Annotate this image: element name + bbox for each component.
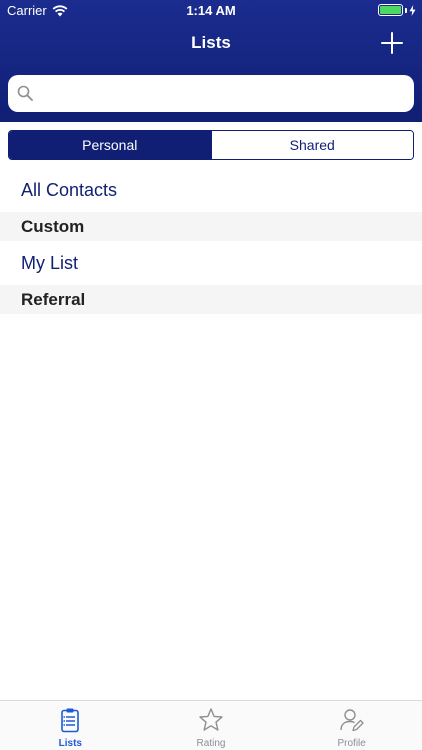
search-input[interactable] (42, 75, 402, 112)
list-scope-segmented-control: Personal Shared (8, 130, 414, 160)
list-item-all-contacts[interactable]: All Contacts (0, 168, 422, 212)
page-title: Lists (191, 33, 231, 52)
tab-profile[interactable]: Profile (281, 701, 422, 750)
tab-rating-label: Rating (196, 738, 226, 749)
header: Carrier 1:14 AM Lists (0, 0, 422, 122)
section-header-referral: Referral (0, 285, 422, 314)
user-edit-icon (339, 709, 364, 732)
charging-bolt-icon (409, 4, 416, 16)
lists-table: All Contacts Custom My List Referral (0, 168, 422, 314)
section-header-custom: Custom (0, 212, 422, 241)
battery-indicator (378, 4, 416, 16)
clipboard-list-icon (61, 708, 80, 733)
battery-cap (405, 7, 407, 13)
star-icon (199, 708, 223, 731)
status-bar: Carrier 1:14 AM (0, 0, 422, 22)
battery-icon (378, 4, 403, 16)
segment-shared[interactable]: Shared (210, 131, 413, 159)
battery-level (380, 6, 401, 14)
search-bar[interactable] (8, 75, 414, 112)
tab-profile-label: Profile (337, 738, 366, 749)
tab-rating[interactable]: Rating (141, 701, 282, 750)
search-icon (17, 85, 33, 101)
status-time: 1:14 AM (186, 3, 236, 18)
plus-icon[interactable] (381, 32, 403, 54)
tab-lists-label: Lists (58, 738, 82, 749)
tab-lists[interactable]: Lists (0, 701, 141, 750)
list-item-my-list[interactable]: My List (0, 241, 422, 285)
tab-bar: Lists Rating Profile (0, 700, 422, 750)
segment-personal[interactable]: Personal (9, 131, 211, 159)
